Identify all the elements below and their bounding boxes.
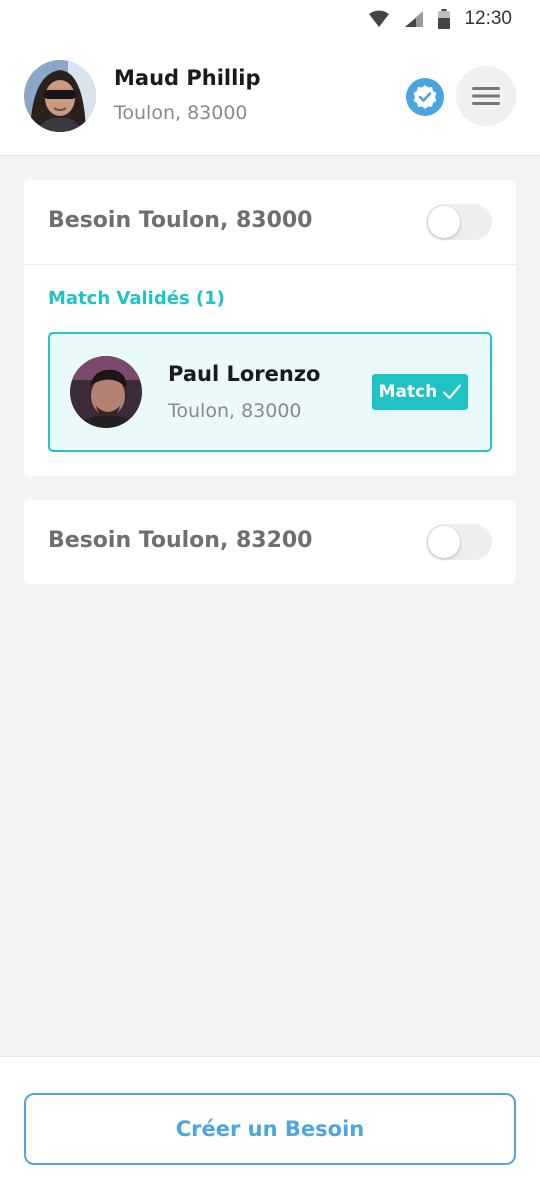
status-bar: 12:30	[0, 0, 540, 38]
match-name: Paul Lorenzo	[168, 362, 321, 386]
checkmark-icon	[443, 384, 462, 400]
verified-badge-icon	[406, 78, 444, 116]
create-besoin-button[interactable]: Créer un Besoin	[24, 1093, 516, 1165]
match-section-label: Match Validés (1)	[48, 288, 225, 309]
besoin-toggle[interactable]	[426, 524, 492, 560]
toggle-knob	[428, 206, 460, 238]
besoin-toggle[interactable]	[426, 204, 492, 240]
match-location: Toulon, 83000	[168, 400, 302, 422]
user-name: Maud Phillip	[114, 66, 261, 90]
divider	[24, 264, 516, 265]
user-avatar[interactable]	[24, 60, 96, 132]
cell-signal-icon	[405, 11, 424, 27]
battery-icon	[438, 9, 451, 29]
status-time: 12:30	[464, 8, 512, 29]
hamburger-menu-icon	[472, 87, 500, 105]
besoin-title: Besoin Toulon, 83000	[48, 208, 313, 233]
match-item[interactable]: Paul Lorenzo Toulon, 83000 Match	[48, 332, 492, 452]
besoin-card: Besoin Toulon, 83200	[24, 500, 516, 584]
wifi-icon	[369, 10, 390, 27]
match-avatar	[70, 356, 142, 428]
hamburger-menu-button[interactable]	[456, 66, 516, 126]
bottom-bar: Créer un Besoin	[0, 1056, 540, 1200]
besoin-title: Besoin Toulon, 83200	[48, 528, 313, 553]
toggle-knob	[428, 526, 460, 558]
match-badge-label: Match	[378, 382, 438, 402]
user-location: Toulon, 83000	[114, 102, 248, 124]
besoin-card: Besoin Toulon, 83000 Match Validés (1) P…	[24, 180, 516, 476]
profile-header: Maud Phillip Toulon, 83000	[0, 38, 540, 156]
match-badge[interactable]: Match	[372, 374, 468, 410]
